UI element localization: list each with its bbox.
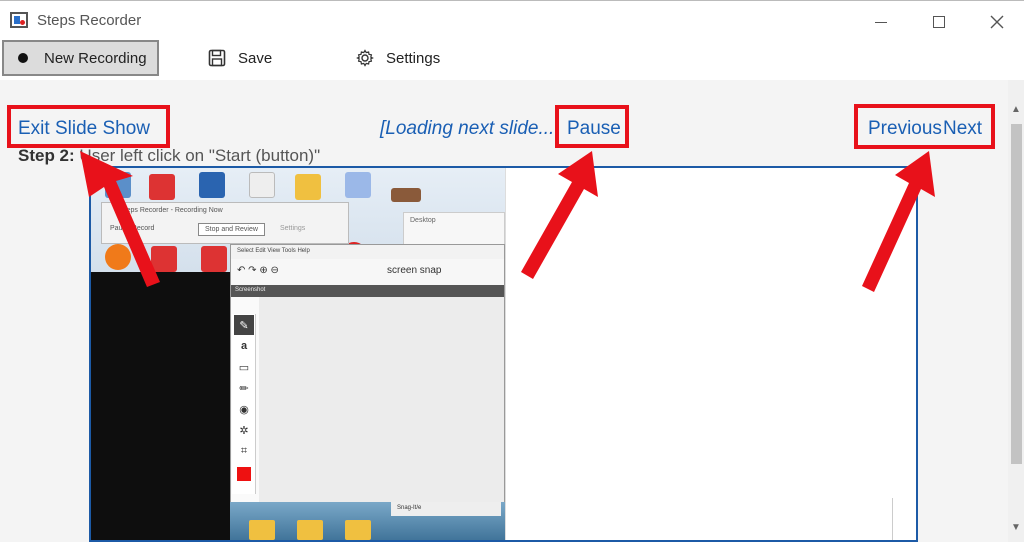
snap-canvas — [259, 297, 504, 533]
maximize-button[interactable] — [916, 9, 962, 35]
save-label: Save — [238, 49, 273, 67]
floppy-disk-icon — [208, 49, 226, 67]
mini-settings: Settings — [280, 225, 306, 232]
scroll-down-icon[interactable]: ▼ — [1008, 520, 1024, 536]
desktop-shortcut-icon — [105, 172, 131, 198]
record-dot-icon — [18, 53, 28, 63]
new-recording-button[interactable]: New Recording — [2, 40, 159, 76]
scroll-thumb[interactable] — [1011, 124, 1022, 464]
taskbar-item: Snag-It/e — [391, 502, 501, 516]
rectangle-tool-icon: ▭ — [238, 361, 250, 374]
mini-steps-recorder-window: Steps Recorder - Recording Now Pause Rec… — [101, 202, 349, 244]
settings-button[interactable]: Settings — [356, 40, 440, 76]
screen-snap-window: Select Edit View Tools Help ↶ ↷ ⊕ ⊖ scre… — [230, 244, 505, 540]
screenshot-desktop: Steps Recorder - Recording Now Pause Rec… — [91, 168, 505, 540]
title-bar: Steps Recorder — [0, 0, 1024, 40]
color-swatch — [237, 467, 251, 481]
pen-tool-icon: ✏ — [239, 382, 249, 395]
pdf-file-icon — [151, 246, 177, 272]
scroll-up-icon[interactable]: ▲ — [1008, 102, 1024, 118]
crop-tool-icon: ⌗ — [240, 444, 248, 457]
media-shortcut-icon — [345, 172, 371, 198]
snap-caption-bar: Screenshot — [231, 285, 504, 297]
mini-window-title: Steps Recorder - Recording Now — [120, 207, 223, 214]
firefox-icon — [105, 244, 131, 270]
vertical-scrollbar[interactable]: ▲ ▼ — [1008, 80, 1024, 542]
brush-tool-icon: ✎ — [234, 315, 254, 335]
minimize-button[interactable] — [858, 9, 904, 35]
folder-icon — [345, 520, 371, 540]
folder-icon — [249, 520, 275, 540]
close-button[interactable] — [974, 9, 1020, 35]
snap-tool-palette: ✎ a ▭ ✏ ◉ ✲ ⌗ — [232, 314, 256, 494]
eye-tool-icon: ◉ — [239, 403, 249, 416]
save-button[interactable]: Save — [208, 40, 272, 76]
screenshot-blank-area — [505, 168, 916, 540]
annotation-box-previous-next — [854, 104, 995, 149]
step-number: Step 2: — [18, 146, 75, 165]
pdf-file-icon — [201, 246, 227, 272]
close-icon — [990, 15, 1004, 29]
desktop-window-title: Desktop — [410, 217, 436, 224]
minimize-icon — [875, 21, 887, 23]
pdf-file-icon — [149, 174, 175, 200]
step-text: User left click on "Start (button)" — [74, 146, 321, 165]
snap-toolbar: ↶ ↷ ⊕ ⊖ screen snap — [231, 259, 504, 285]
maximize-icon — [933, 16, 945, 28]
gear-icon — [356, 49, 374, 67]
step-screenshot: Steps Recorder - Recording Now Pause Rec… — [89, 166, 918, 542]
folder-icon — [295, 174, 321, 200]
mini-stop-and-review: Stop and Review — [198, 223, 265, 236]
divider — [892, 498, 893, 540]
step-description: Step 2: User left click on "Start (butto… — [18, 146, 320, 166]
steps-recorder-app-icon — [10, 12, 28, 28]
snap-menu-bar: Select Edit View Tools Help — [231, 245, 504, 259]
annotation-box-pause — [555, 105, 629, 148]
magic-tool-icon: ✲ — [239, 424, 249, 437]
new-recording-label: New Recording — [44, 49, 147, 67]
window-title: Steps Recorder — [37, 12, 142, 29]
annotation-box-exit — [7, 105, 170, 148]
folder-icon — [297, 520, 323, 540]
loading-next-slide-text: [Loading next slide... — [380, 118, 555, 139]
mini-pause-record: Pause Record — [110, 225, 155, 232]
undo-icon: ↶ ↷ ⊕ ⊖ — [237, 265, 279, 276]
screen-snap-label: screen snap — [387, 265, 442, 276]
document-file-icon — [249, 172, 275, 198]
video-file-icon — [391, 188, 421, 202]
settings-label: Settings — [386, 49, 441, 67]
text-tool-icon: a — [240, 340, 248, 352]
tools-shortcut-icon — [199, 172, 225, 198]
toolbar: New Recording Save Settings — [0, 40, 1024, 80]
